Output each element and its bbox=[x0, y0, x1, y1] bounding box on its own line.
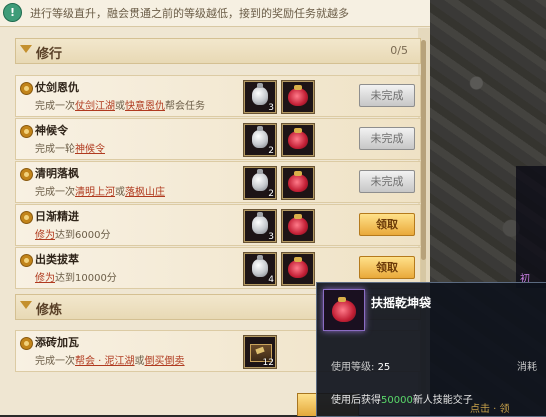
reward-bottle-slot[interactable]: 3 bbox=[243, 209, 277, 243]
tooltip-consume: 消耗 bbox=[517, 362, 537, 373]
reward-bottle-slot[interactable]: 4 bbox=[243, 252, 277, 286]
pouch-icon bbox=[288, 214, 308, 235]
reward-pouch-slot[interactable] bbox=[281, 123, 315, 157]
level-label: 使用等级: bbox=[331, 362, 375, 373]
desc-text: 或 bbox=[115, 101, 125, 112]
quest-link[interactable]: 修为 bbox=[35, 230, 55, 241]
desc-text: 完成一轮 bbox=[35, 144, 75, 155]
item-tooltip: 扶摇乾坤袋 使用等级: 25 消耗 使用后获得50000新人技能交子 bbox=[316, 282, 546, 417]
desc-text: 或 bbox=[115, 187, 125, 198]
bottle-icon bbox=[252, 126, 268, 148]
pouch-icon bbox=[332, 297, 356, 322]
incomplete-button[interactable]: 未完成 bbox=[359, 170, 415, 193]
scrollbar-thumb[interactable] bbox=[421, 40, 426, 260]
desc-text: 达到10000分 bbox=[55, 273, 117, 284]
reward-pouch-slot[interactable] bbox=[281, 80, 315, 114]
bottle-icon bbox=[252, 255, 268, 277]
quest-row: 日渐精进 修为达到6000分 3 领取 bbox=[15, 204, 421, 246]
reward-bottle-slot[interactable]: 2 bbox=[243, 166, 277, 200]
quest-link[interactable]: 快意恩仇 bbox=[125, 101, 165, 112]
coin-icon bbox=[20, 82, 33, 95]
quest-title: 出类拔萃 bbox=[35, 253, 79, 266]
coin-icon bbox=[20, 254, 33, 267]
quest-link[interactable]: 修为 bbox=[35, 273, 55, 284]
section-title: 修行 bbox=[36, 47, 63, 62]
section-header-xiuxing[interactable]: 修行 0/5 bbox=[15, 38, 421, 64]
bottle-icon bbox=[252, 212, 268, 234]
coin-icon bbox=[20, 337, 33, 350]
section-title: 修炼 bbox=[36, 303, 63, 318]
desc-text: 达到6000分 bbox=[55, 230, 111, 241]
item-count: 3 bbox=[268, 232, 274, 242]
bottle-icon bbox=[252, 83, 268, 105]
reward-bottle-slot[interactable]: 3 bbox=[243, 80, 277, 114]
desc-text: 使用后获得 bbox=[331, 395, 381, 406]
section-progress: 0/5 bbox=[390, 44, 408, 57]
quest-title: 日渐精进 bbox=[35, 210, 79, 223]
quest-row: 仗剑恩仇 完成一次仗剑江湖或快意恩仇帮会任务 3 未完成 bbox=[15, 75, 421, 117]
desc-text: 完成一次 bbox=[35, 356, 75, 367]
claim-button[interactable]: 领取 bbox=[359, 256, 415, 279]
desc-text: 完成一次 bbox=[35, 101, 75, 112]
reward-pouch-slot[interactable] bbox=[281, 209, 315, 243]
reward-bottle-slot[interactable]: 2 bbox=[243, 123, 277, 157]
quest-title: 添砖加瓦 bbox=[35, 336, 79, 349]
pouch-icon bbox=[288, 257, 308, 278]
item-count: 2 bbox=[268, 189, 274, 199]
quest-desc: 完成一轮神候令 bbox=[35, 140, 105, 155]
quest-desc: 修为达到6000分 bbox=[35, 226, 110, 241]
pouch-icon bbox=[288, 85, 308, 106]
desc-amount: 50000 bbox=[381, 395, 413, 406]
desc-text: 帮会任务 bbox=[165, 101, 205, 112]
tooltip-title: 扶摇乾坤袋 bbox=[371, 296, 432, 310]
incomplete-button[interactable]: 未完成 bbox=[359, 84, 415, 107]
claim-button[interactable]: 领取 bbox=[359, 213, 415, 236]
reward-pouch-slot[interactable] bbox=[281, 252, 315, 286]
quest-desc: 修为达到10000分 bbox=[35, 269, 117, 284]
info-text: 进行等级直升，融会贯通之前的等级越低，接到的奖励任务就越多 bbox=[30, 7, 349, 20]
reward-pouch-slot[interactable] bbox=[281, 166, 315, 200]
collapse-arrow-icon[interactable] bbox=[20, 45, 32, 53]
pouch-icon bbox=[288, 128, 308, 149]
item-count: 12 bbox=[262, 358, 274, 368]
level-value: 25 bbox=[377, 362, 391, 373]
item-count: 3 bbox=[268, 103, 274, 113]
bottle-icon bbox=[252, 169, 268, 191]
collapse-arrow-icon[interactable] bbox=[20, 301, 32, 309]
info-bar: ! 进行等级直升，融会贯通之前的等级越低，接到的奖励任务就越多 bbox=[0, 0, 430, 27]
quest-row: 清明落枫 完成一次清明上河或落枫山庄 2 未完成 bbox=[15, 161, 421, 203]
item-count: 4 bbox=[268, 275, 274, 285]
quest-desc: 完成一次清明上河或落枫山庄 bbox=[35, 183, 165, 198]
quest-desc: 完成一次帮会 · 泥江湖或倒买倒卖 bbox=[35, 352, 185, 367]
quest-link[interactable]: 仗剑江湖 bbox=[75, 101, 115, 112]
quest-link[interactable]: 落枫山庄 bbox=[125, 187, 165, 198]
quest-title: 神候令 bbox=[35, 124, 68, 137]
coin-icon bbox=[20, 125, 33, 138]
quest-desc: 完成一次仗剑江湖或快意恩仇帮会任务 bbox=[35, 97, 205, 112]
quest-title: 仗剑恩仇 bbox=[35, 81, 79, 94]
coin-icon bbox=[20, 168, 33, 181]
quest-link[interactable]: 清明上河 bbox=[75, 187, 115, 198]
pouch-icon bbox=[288, 171, 308, 192]
desc-text: 或 bbox=[134, 356, 145, 367]
quest-title: 清明落枫 bbox=[35, 167, 79, 180]
desc-text: 新人技能交子 bbox=[412, 395, 473, 406]
tooltip-desc: 使用后获得50000新人技能交子 bbox=[331, 391, 473, 406]
item-frame bbox=[323, 289, 365, 331]
reward-box-slot[interactable]: 12 bbox=[243, 335, 277, 369]
info-icon: ! bbox=[3, 3, 22, 22]
quest-row: 神候令 完成一轮神候令 2 未完成 bbox=[15, 118, 421, 160]
tooltip-level: 使用等级: 25 bbox=[331, 358, 390, 373]
incomplete-button[interactable]: 未完成 bbox=[359, 127, 415, 150]
quest-link[interactable]: 倒买倒卖 bbox=[145, 356, 185, 367]
coin-icon bbox=[20, 211, 33, 224]
quest-link[interactable]: 帮会 · 泥江湖 bbox=[75, 356, 135, 367]
world-text-b: 点击 · 领 bbox=[470, 404, 510, 415]
desc-text: 完成一次 bbox=[35, 187, 75, 198]
item-count: 2 bbox=[268, 146, 274, 156]
quest-link[interactable]: 神候令 bbox=[75, 144, 105, 155]
